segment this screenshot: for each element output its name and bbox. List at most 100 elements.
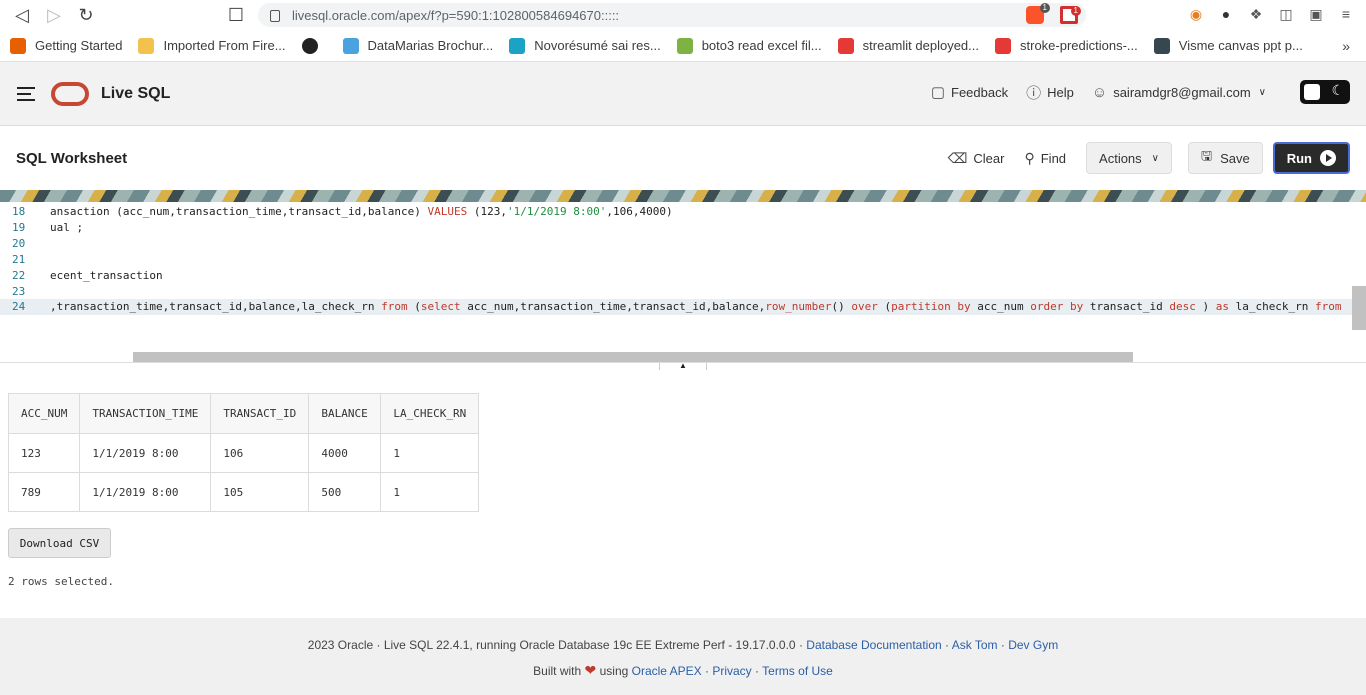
table-cell: 4000	[308, 433, 382, 473]
vertical-scrollbar[interactable]	[1352, 286, 1366, 330]
heart-icon: ❤	[584, 662, 597, 678]
visme-icon	[1153, 37, 1170, 54]
oracle-apex-link[interactable]: Oracle APEX	[632, 664, 702, 678]
chevron-down-icon: ∨	[1151, 152, 1159, 164]
chevron-down-icon: ∨	[1258, 86, 1266, 98]
run-button[interactable]: Run	[1272, 142, 1350, 174]
ask-tom-link[interactable]: Ask Tom	[952, 638, 998, 652]
table-cell: 1/1/2019 8:00	[79, 433, 212, 473]
code-line: 23	[12, 285, 26, 298]
folder-icon	[138, 37, 155, 54]
table-cell: 105	[210, 472, 310, 512]
code-line: 18 ansaction (acc_num,transaction_time,t…	[12, 205, 673, 218]
table-cell: 106	[210, 433, 310, 473]
table-cell: 1	[380, 472, 480, 512]
bookmark-item[interactable]: boto3 read excel fil...	[676, 37, 822, 54]
app-title[interactable]: Live SQL	[101, 85, 170, 103]
user-menu[interactable]: ☺ sairamdgr8@gmail.com ∨	[1092, 84, 1266, 101]
crown-icon	[995, 37, 1011, 54]
results-table: ACC_NUM TRANSACTION_TIME TRANSACT_ID BAL…	[7, 393, 480, 512]
address-bar[interactable]: livesql.oracle.com/apex/f?p=590:1:102800…	[258, 3, 1086, 27]
table-cell: 500	[308, 472, 382, 512]
bookmark-item[interactable]: Visme canvas ppt p...	[1153, 37, 1303, 54]
sql-editor[interactable]: 18 ansaction (acc_num,transaction_time,t…	[0, 202, 1366, 362]
bookmark-item[interactable]: Novorésumé sai res...	[509, 37, 661, 54]
novoresume-icon	[509, 37, 526, 54]
find-icon: ⚲	[1024, 149, 1035, 166]
table-row: 789 1/1/2019 8:00 105 500 1	[7, 472, 480, 512]
built-with-text: Built with	[533, 664, 582, 678]
reload-icon[interactable]: ↻	[70, 0, 102, 30]
dev-gym-link[interactable]: Dev Gym	[1008, 638, 1058, 652]
table-cell: 123	[7, 433, 81, 473]
bolt-icon	[676, 37, 693, 54]
horizontal-scrollbar[interactable]	[133, 352, 1133, 362]
url-text: livesql.oracle.com/apex/f?p=590:1:102800…	[292, 7, 620, 23]
rows-selected-text: 2 rows selected.	[8, 575, 114, 588]
worksheet-toolbar: SQL Worksheet ⌫ Clear ⚲ Find Actions ∨ 🖫 Sav…	[0, 126, 1366, 190]
bookmark-item[interactable]: Getting Started	[10, 37, 122, 54]
bookmark-item[interactable]: DataMarias Brochur...	[342, 37, 493, 54]
column-header: LA_CHECK_RN	[380, 393, 480, 434]
using-text: using	[599, 664, 629, 678]
bookmark-icon[interactable]: ☐	[220, 0, 252, 30]
firefox-icon	[10, 37, 26, 54]
code-line-active: 24 ,transaction_time,transact_id,balance…	[0, 299, 1352, 315]
privacy-link[interactable]: Privacy	[712, 664, 751, 678]
bookmark-item[interactable]	[301, 37, 327, 54]
decorative-banner	[0, 190, 1366, 202]
actions-menu-button[interactable]: Actions ∨	[1086, 142, 1172, 174]
find-button[interactable]: ⚲ Find	[1024, 150, 1066, 167]
table-cell: 1/1/2019 8:00	[79, 472, 212, 512]
github-icon	[301, 37, 318, 54]
bookmarks-overflow-icon[interactable]: »	[1342, 38, 1350, 54]
eraser-icon: ⌫	[947, 149, 968, 166]
extension-app-icon[interactable]: ●	[1218, 6, 1234, 22]
table-row: 123 1/1/2019 8:00 106 4000 1	[7, 433, 480, 473]
bookmark-item[interactable]: streamlit deployed...	[837, 37, 979, 54]
terms-of-use-link[interactable]: Terms of Use	[762, 664, 833, 678]
bookmark-item[interactable]: stroke-predictions-...	[995, 37, 1138, 54]
page-icon	[342, 37, 359, 54]
column-header: BALANCE	[308, 393, 382, 434]
forward-icon[interactable]: ▷	[38, 0, 70, 30]
menu-icon[interactable]: ≡	[1338, 6, 1354, 22]
page-title: SQL Worksheet	[16, 149, 128, 167]
oracle-logo[interactable]	[51, 81, 89, 106]
feedback-link[interactable]: ▢ Feedback	[931, 83, 1008, 101]
sidebar-icon[interactable]: ◫	[1278, 6, 1294, 22]
hamburger-menu-icon[interactable]	[17, 86, 35, 101]
footer: 2023 Oracle · Live SQL 22.4.1, running O…	[0, 618, 1366, 695]
clear-button[interactable]: ⌫ Clear	[948, 150, 1005, 167]
crown-icon	[837, 37, 854, 54]
save-icon: 🖫	[1201, 148, 1213, 163]
back-icon[interactable]: ◁	[6, 0, 38, 30]
wallet-icon[interactable]: ▣	[1308, 6, 1324, 22]
column-header: TRANSACT_ID	[210, 393, 310, 434]
bookmark-item[interactable]: Imported From Fire...	[138, 37, 286, 54]
metamask-icon[interactable]: ◉	[1188, 6, 1204, 22]
lock-icon	[270, 10, 280, 22]
brave-rewards-icon[interactable]: 1	[1060, 6, 1081, 24]
column-header: ACC_NUM	[7, 393, 81, 434]
table-header-row: ACC_NUM TRANSACTION_TIME TRANSACT_ID BAL…	[7, 393, 480, 434]
code-line: 19 ual ;	[12, 221, 84, 234]
moon-icon: ☾	[1331, 82, 1344, 98]
pane-splitter[interactable]: ▲	[0, 362, 1366, 371]
extensions-icon[interactable]: ❖	[1248, 6, 1264, 22]
column-header: TRANSACTION_TIME	[79, 393, 212, 434]
play-icon	[1320, 150, 1336, 166]
bookmarks-bar: Getting Started Imported From Fire... Data…	[0, 30, 1366, 62]
browser-toolbar: ◁ ▷ ↻ ☐ livesql.oracle.com/apex/f?p=590:…	[0, 0, 1366, 30]
help-link[interactable]: ⓘ Help	[1026, 82, 1074, 103]
code-line: 22 ecent_transaction	[12, 269, 163, 282]
user-icon: ☺	[1091, 83, 1108, 101]
save-button[interactable]: 🖫 Save	[1188, 142, 1263, 174]
brave-shield-icon[interactable]: 1	[1026, 3, 1050, 24]
download-csv-button[interactable]: Download CSV	[8, 528, 111, 558]
question-circle-icon: ⓘ	[1026, 84, 1042, 102]
table-cell: 789	[7, 472, 81, 512]
footer-version-text: 2023 Oracle · Live SQL 22.4.1, running O…	[307, 638, 803, 652]
database-documentation-link[interactable]: Database Documentation	[806, 638, 941, 652]
dark-mode-toggle[interactable]: ☾	[1300, 80, 1350, 104]
